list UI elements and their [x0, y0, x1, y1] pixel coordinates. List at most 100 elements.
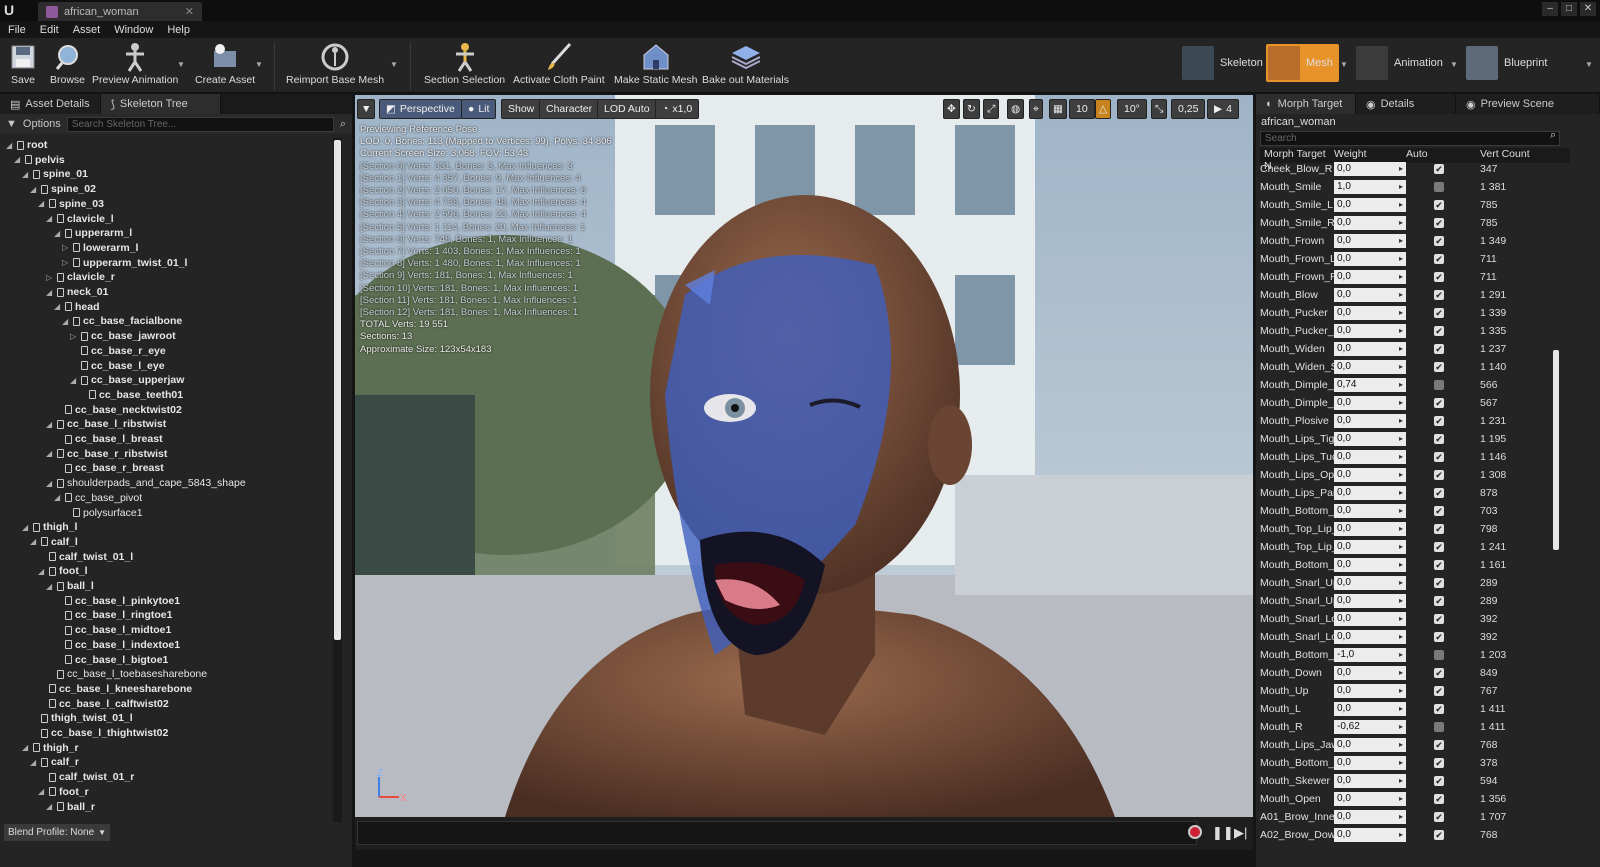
- auto-checkbox[interactable]: ✔: [1434, 506, 1444, 516]
- skeleton-bone-row[interactable]: cc_base_l_bigtoe1: [54, 653, 168, 667]
- auto-checkbox[interactable]: ✔: [1434, 218, 1444, 228]
- auto-checkbox[interactable]: ✔: [1434, 362, 1444, 372]
- morph-target-row[interactable]: Mouth_Snarl_Lower_L0,0 ✔ 392: [1260, 610, 1570, 628]
- skeleton-bone-row[interactable]: ◢ neck_01: [46, 285, 108, 299]
- morph-weight-field[interactable]: 0,0: [1334, 522, 1406, 536]
- expanded-arrow-icon[interactable]: ◢: [38, 199, 46, 208]
- show-button[interactable]: Show: [501, 99, 542, 119]
- scale-mode-button[interactable]: ⤢: [983, 99, 1000, 119]
- auto-checkbox[interactable]: [1434, 722, 1444, 732]
- morph-weight-field[interactable]: 0,0: [1334, 252, 1406, 266]
- morph-target-row[interactable]: Mouth_Bottom_Lip_Up0,0 ✔ 1 161: [1260, 556, 1570, 574]
- morph-target-row[interactable]: Mouth_R -0,62 1 411: [1260, 718, 1570, 736]
- grid-snap-value[interactable]: 10: [1069, 99, 1095, 119]
- morph-list-scrollbar[interactable]: [1553, 350, 1559, 550]
- skeleton-bone-row[interactable]: cc_base_l_calftwist02: [38, 697, 169, 711]
- morph-target-row[interactable]: Mouth_Widen 0,0 ✔ 1 237: [1260, 340, 1570, 358]
- morph-target-row[interactable]: Mouth_Widen_Sides0,0 ✔ 1 140: [1260, 358, 1570, 376]
- camera-speed-button[interactable]: ▶ 4: [1207, 99, 1239, 119]
- expanded-arrow-icon[interactable]: ◢: [30, 758, 38, 767]
- skeleton-bone-row[interactable]: ◢ root: [6, 138, 47, 152]
- skeleton-bone-row[interactable]: ▷ upperarm_twist_01_l: [62, 256, 187, 270]
- menu-asset[interactable]: Asset: [73, 24, 101, 36]
- skeleton-bone-row[interactable]: ◢ cc_base_facialbone: [62, 314, 182, 328]
- expanded-arrow-icon[interactable]: ◢: [70, 376, 78, 385]
- auto-checkbox[interactable]: ✔: [1434, 236, 1444, 246]
- morph-target-row[interactable]: Mouth_Smile 1,0 1 381: [1260, 178, 1570, 196]
- auto-checkbox[interactable]: ✔: [1434, 434, 1444, 444]
- tab-morph-target[interactable]: ◐ Morph Target: [1256, 94, 1356, 114]
- skeleton-bone-row[interactable]: ▷ cc_base_jawroot: [70, 329, 176, 343]
- skeleton-bone-row[interactable]: ◢ ball_l: [46, 579, 94, 593]
- tab-asset-details[interactable]: ▤ Asset Details: [0, 94, 101, 114]
- expanded-arrow-icon[interactable]: ◢: [6, 141, 14, 150]
- scale-snap-value[interactable]: 0,25: [1171, 99, 1206, 119]
- morph-target-row[interactable]: Mouth_Snarl_Upper_R0,0 ✔ 289: [1260, 592, 1570, 610]
- morph-target-row[interactable]: Mouth_Blow 0,0 ✔ 1 291: [1260, 286, 1570, 304]
- expanded-arrow-icon[interactable]: ◢: [22, 170, 30, 179]
- mode-blueprint-button[interactable]: Blueprint: [1466, 46, 1547, 80]
- expanded-arrow-icon[interactable]: ◢: [30, 537, 38, 546]
- skeleton-bone-row[interactable]: cc_base_l_eye: [70, 359, 165, 373]
- skeleton-bone-row[interactable]: ◢ thigh_r: [22, 741, 79, 755]
- skeleton-bone-row[interactable]: cc_base_necktwist02: [54, 403, 182, 417]
- morph-weight-field[interactable]: -0,62: [1334, 720, 1406, 734]
- morph-target-row[interactable]: Mouth_Up 0,0 ✔ 767: [1260, 682, 1570, 700]
- morph-weight-field[interactable]: 1,0: [1334, 180, 1406, 194]
- reimport-dropdown-icon[interactable]: ▼: [390, 60, 398, 69]
- morph-weight-field[interactable]: 0,0: [1334, 558, 1406, 572]
- morph-weight-field[interactable]: 0,0: [1334, 396, 1406, 410]
- morph-target-row[interactable]: Mouth_Dimple_L0,74 566: [1260, 376, 1570, 394]
- section-selection-button[interactable]: Section Selection: [424, 40, 505, 86]
- skeleton-bone-row[interactable]: ◢ foot_r: [38, 785, 89, 799]
- viewport[interactable]: ▼ ◩ Perspective ● Lit Show Character LOD A…: [355, 95, 1253, 817]
- auto-checkbox[interactable]: ✔: [1434, 254, 1444, 264]
- auto-checkbox[interactable]: ✔: [1434, 668, 1444, 678]
- morph-weight-field[interactable]: 0,0: [1334, 666, 1406, 680]
- skeleton-bone-row[interactable]: ◢ cc_base_r_ribstwist: [46, 447, 167, 461]
- auto-checkbox[interactable]: ✔: [1434, 524, 1444, 534]
- blend-profile-dropdown[interactable]: Blend Profile: None ▼: [4, 824, 110, 841]
- expanded-arrow-icon[interactable]: ◢: [46, 214, 54, 223]
- morph-weight-field[interactable]: 0,0: [1334, 504, 1406, 518]
- morph-weight-field[interactable]: 0,0: [1334, 738, 1406, 752]
- morph-weight-field[interactable]: 0,0: [1334, 774, 1406, 788]
- auto-checkbox[interactable]: ✔: [1434, 614, 1444, 624]
- morph-target-row[interactable]: Mouth_Lips_Part0,0 ✔ 878: [1260, 484, 1570, 502]
- morph-target-row[interactable]: Mouth_Plosive 0,0 ✔ 1 231: [1260, 412, 1570, 430]
- morph-weight-field[interactable]: 0,0: [1334, 288, 1406, 302]
- timeline-scrubber[interactable]: [357, 821, 1197, 845]
- skeleton-bone-row[interactable]: ◢ cc_base_pivot: [54, 491, 142, 505]
- morph-target-row[interactable]: A01_Brow_Inner_Up0,0 ✔ 1 707: [1260, 808, 1570, 826]
- lit-button[interactable]: ● Lit: [461, 99, 497, 119]
- expanded-arrow-icon[interactable]: ◢: [46, 479, 54, 488]
- skeleton-search-input[interactable]: Search Skeleton Tree...: [66, 116, 334, 132]
- expanded-arrow-icon[interactable]: ◢: [46, 288, 54, 297]
- lod-auto-button[interactable]: LOD Auto: [597, 99, 657, 119]
- morph-target-row[interactable]: Mouth_Snarl_Upper_L0,0 ✔ 289: [1260, 574, 1570, 592]
- expanded-arrow-icon[interactable]: ◢: [46, 582, 54, 591]
- skeleton-bone-row[interactable]: ◢ clavicle_l: [46, 212, 114, 226]
- skeleton-bone-row[interactable]: cc_base_l_toebasesharebone: [46, 667, 207, 681]
- collapsed-arrow-icon[interactable]: ▷: [62, 243, 70, 252]
- morph-target-row[interactable]: Mouth_Down 0,0 ✔ 849: [1260, 664, 1570, 682]
- skeleton-bone-row[interactable]: cc_base_l_ringtoe1: [54, 608, 172, 622]
- search-icon[interactable]: ⌕: [340, 118, 346, 131]
- morph-target-row[interactable]: A02_Brow_Down_Left0,0 ✔ 768: [1260, 826, 1570, 844]
- mode-mesh-dropdown-icon[interactable]: ▼: [1340, 60, 1348, 69]
- auto-checkbox[interactable]: ✔: [1434, 200, 1444, 210]
- auto-checkbox[interactable]: ✔: [1434, 416, 1444, 426]
- skeleton-bone-row[interactable]: ◢ calf_l: [30, 535, 78, 549]
- morph-target-row[interactable]: Mouth_L 0,0 ✔ 1 411: [1260, 700, 1570, 718]
- reimport-base-mesh-button[interactable]: Reimport Base Mesh: [286, 40, 384, 86]
- auto-checkbox[interactable]: ✔: [1434, 344, 1444, 354]
- tab-details[interactable]: ◉ Details: [1356, 94, 1456, 114]
- browse-button[interactable]: Browse: [50, 40, 85, 86]
- preview-animation-dropdown-icon[interactable]: ▼: [177, 60, 185, 69]
- skeleton-bone-row[interactable]: ◢ spine_02: [30, 182, 96, 196]
- auto-checkbox[interactable]: ✔: [1434, 398, 1444, 408]
- morph-weight-field[interactable]: 0,0: [1334, 702, 1406, 716]
- skeleton-bone-row[interactable]: cc_base_r_eye: [70, 344, 166, 358]
- record-button[interactable]: [1188, 825, 1202, 839]
- collapsed-arrow-icon[interactable]: ▷: [70, 332, 78, 341]
